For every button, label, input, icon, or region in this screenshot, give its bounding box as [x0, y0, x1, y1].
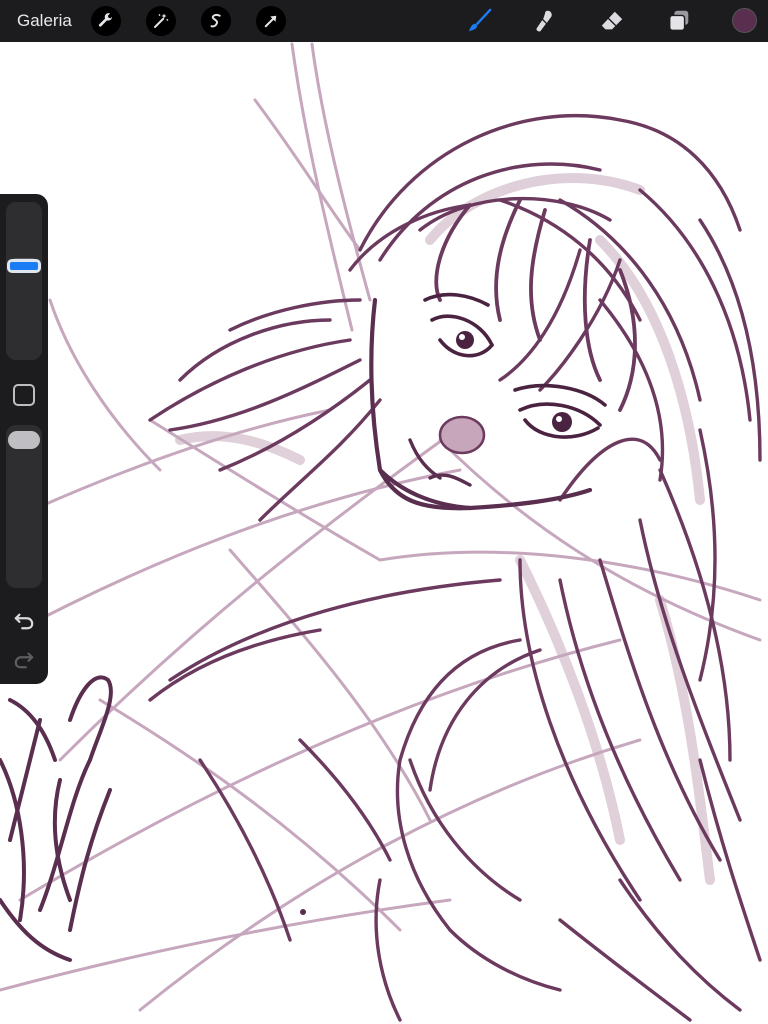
sketch-artwork	[0, 42, 762, 1022]
modify-button[interactable]	[13, 384, 35, 406]
magic-wand-icon	[154, 13, 169, 28]
brush-opacity-thumb[interactable]	[8, 431, 40, 449]
redo-icon	[14, 652, 34, 669]
adjustments-button[interactable]	[146, 6, 176, 36]
actions-button[interactable]	[91, 6, 121, 36]
brush-size-thumb[interactable]	[7, 259, 41, 273]
redo-button[interactable]	[12, 649, 36, 671]
brush-opacity-slider[interactable]	[6, 425, 42, 588]
gallery-button[interactable]: Galeria	[17, 10, 72, 32]
transform-button[interactable]	[256, 6, 286, 36]
top-toolbar: Galeria	[0, 0, 768, 42]
selection-button[interactable]	[201, 6, 231, 36]
brush-icon	[468, 8, 492, 32]
selection-icon	[210, 13, 221, 28]
wrench-icon	[98, 13, 112, 27]
smudge-tool-button[interactable]	[531, 7, 559, 35]
color-picker-button[interactable]	[732, 8, 757, 33]
left-sidebar	[0, 194, 48, 684]
undo-button[interactable]	[12, 610, 36, 632]
smudge-icon	[536, 10, 552, 32]
procreate-app: Galeria	[0, 0, 768, 1024]
undo-icon	[14, 613, 34, 630]
eraser-icon	[601, 11, 623, 30]
layers-button[interactable]	[665, 7, 693, 35]
eraser-tool-button[interactable]	[598, 7, 626, 35]
arrow-cursor-icon	[264, 15, 277, 28]
layers-icon	[669, 10, 689, 31]
paint-tool-button[interactable]	[466, 7, 494, 35]
drawing-canvas[interactable]	[0, 42, 768, 1024]
brush-size-slider[interactable]	[6, 202, 42, 360]
